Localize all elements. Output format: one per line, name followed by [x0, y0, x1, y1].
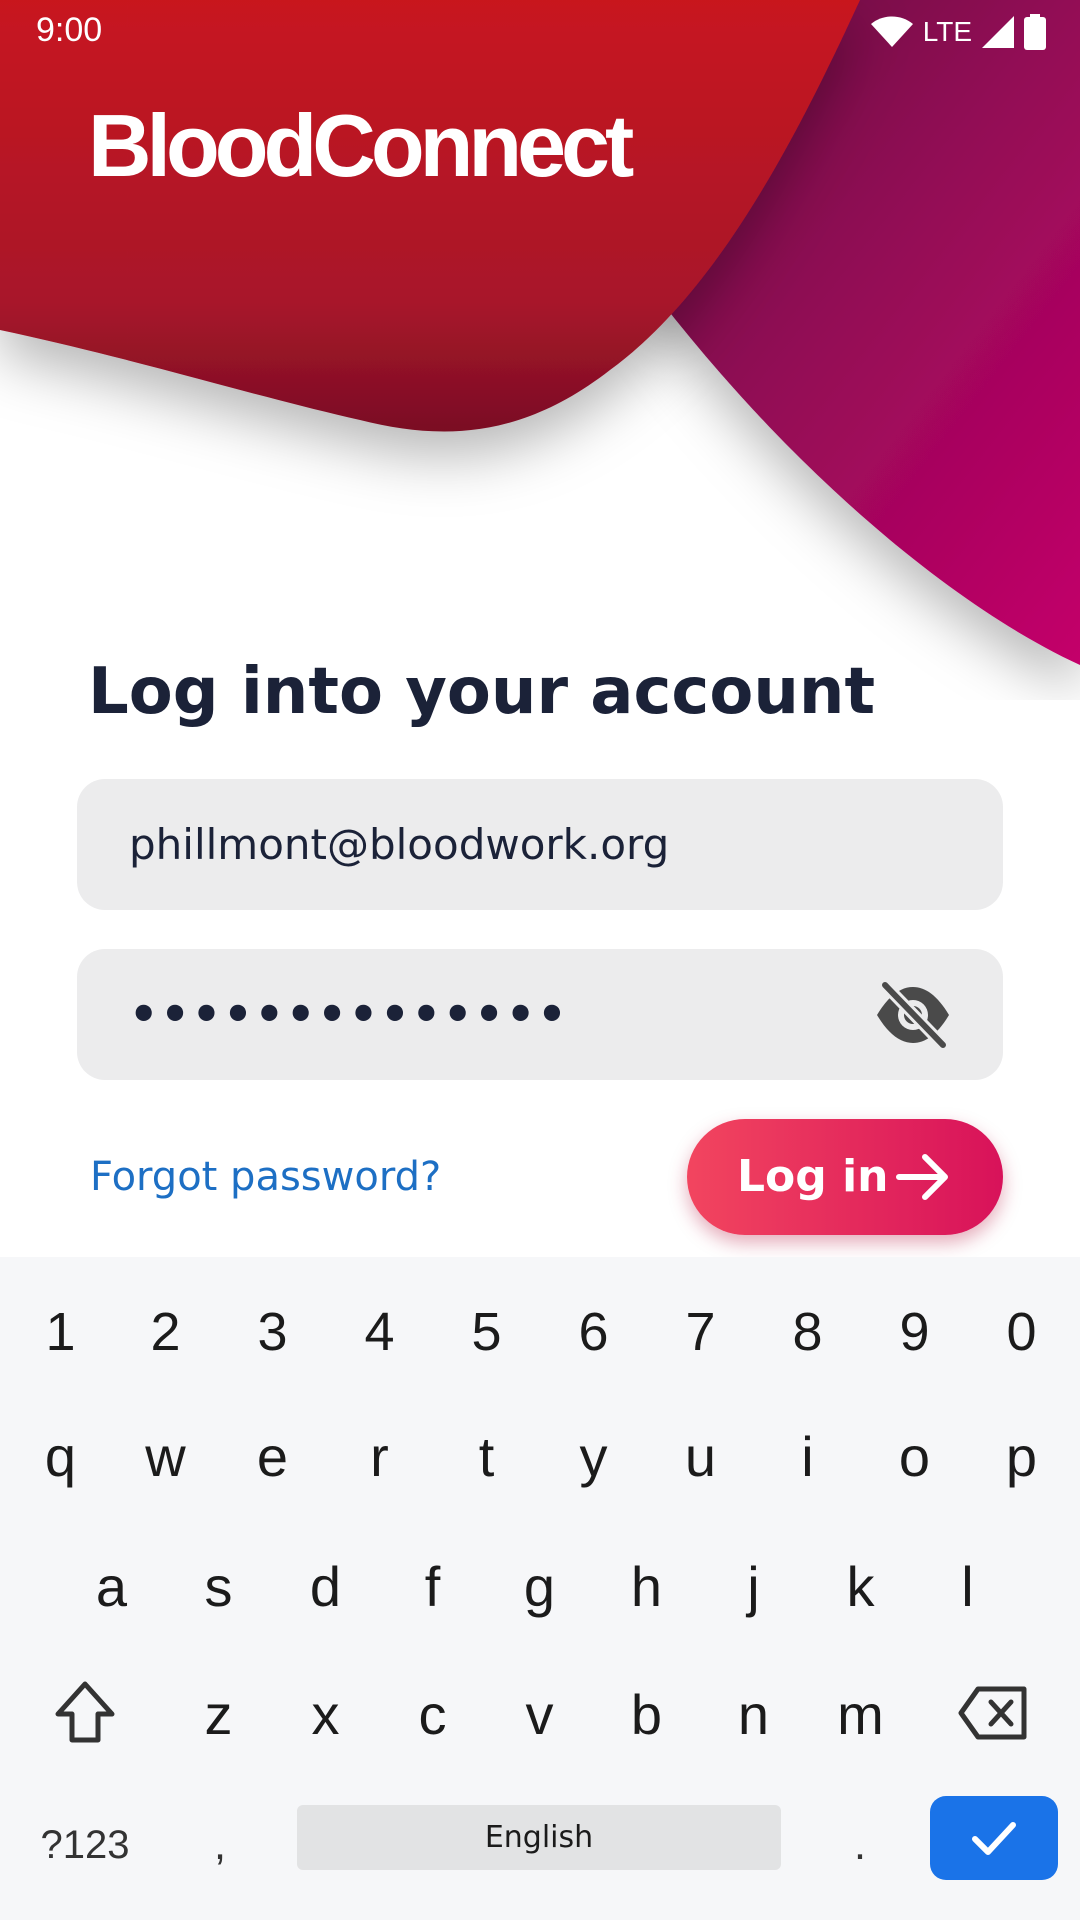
key[interactable]: g: [486, 1547, 593, 1627]
key[interactable]: u: [647, 1417, 754, 1497]
password-field[interactable]: ••••••••••••••: [77, 949, 1003, 1080]
key[interactable]: 4: [326, 1297, 433, 1367]
key[interactable]: 2: [112, 1297, 219, 1367]
key[interactable]: w: [112, 1417, 219, 1497]
key[interactable]: 1: [7, 1297, 114, 1367]
key[interactable]: j: [700, 1547, 807, 1627]
key[interactable]: 6: [540, 1297, 647, 1367]
checkmark-icon: [972, 1822, 1016, 1855]
key[interactable]: e: [219, 1417, 326, 1497]
shift-arrow-icon[interactable]: [52, 1678, 118, 1748]
key[interactable]: f: [379, 1547, 486, 1627]
key[interactable]: 8: [754, 1297, 861, 1367]
period-key[interactable]: .: [820, 1805, 900, 1885]
key[interactable]: a: [58, 1547, 165, 1627]
signal-icon: [982, 16, 1014, 48]
key[interactable]: d: [272, 1547, 379, 1627]
key[interactable]: 0: [968, 1297, 1075, 1367]
comma-key[interactable]: ,: [180, 1805, 260, 1885]
arrow-right-icon: [896, 1154, 948, 1200]
email-field[interactable]: phillmont@bloodwork.org: [77, 779, 1003, 910]
forgot-password-link[interactable]: Forgot password?: [90, 1152, 441, 1202]
status-icons: LTE: [870, 12, 1046, 52]
soft-keyboard: 1 2 3 4 5 6 7 8 9 0 q w e r t y u i o p …: [0, 1257, 1080, 1920]
email-value: phillmont@bloodwork.org: [129, 820, 670, 869]
key[interactable]: c: [379, 1675, 486, 1755]
key[interactable]: 3: [219, 1297, 326, 1367]
backspace-icon[interactable]: [958, 1685, 1028, 1741]
key[interactable]: b: [593, 1675, 700, 1755]
login-button[interactable]: Log in: [687, 1119, 1003, 1235]
key[interactable]: y: [540, 1417, 647, 1497]
page-title: Log into your account: [88, 655, 876, 729]
eye-slash-icon[interactable]: [873, 979, 953, 1049]
wifi-icon: [870, 16, 913, 47]
key[interactable]: i: [754, 1417, 861, 1497]
key[interactable]: q: [7, 1417, 114, 1497]
network-type-label: LTE: [922, 16, 972, 47]
enter-key[interactable]: [930, 1796, 1058, 1880]
key[interactable]: t: [433, 1417, 540, 1497]
password-value: ••••••••••••••: [129, 987, 569, 1041]
key[interactable]: 5: [433, 1297, 540, 1367]
key[interactable]: n: [700, 1675, 807, 1755]
key[interactable]: o: [861, 1417, 968, 1497]
status-bar: 9:00 LTE: [0, 0, 1080, 62]
symbols-key[interactable]: ?123: [20, 1805, 150, 1885]
key[interactable]: 7: [647, 1297, 754, 1367]
status-time: 9:00: [36, 11, 103, 49]
battery-icon: [1024, 14, 1046, 50]
space-bar[interactable]: English: [297, 1805, 781, 1870]
key[interactable]: p: [968, 1417, 1075, 1497]
key[interactable]: k: [807, 1547, 914, 1627]
key[interactable]: z: [165, 1675, 272, 1755]
app-logo: BloodConnect: [88, 96, 634, 195]
login-button-label: Log in: [737, 1151, 889, 1202]
key[interactable]: m: [807, 1675, 914, 1755]
key[interactable]: x: [272, 1675, 379, 1755]
key[interactable]: 9: [861, 1297, 968, 1367]
key[interactable]: h: [593, 1547, 700, 1627]
key[interactable]: r: [326, 1417, 433, 1497]
key[interactable]: v: [486, 1675, 593, 1755]
key[interactable]: l: [914, 1547, 1021, 1627]
key[interactable]: s: [165, 1547, 272, 1627]
